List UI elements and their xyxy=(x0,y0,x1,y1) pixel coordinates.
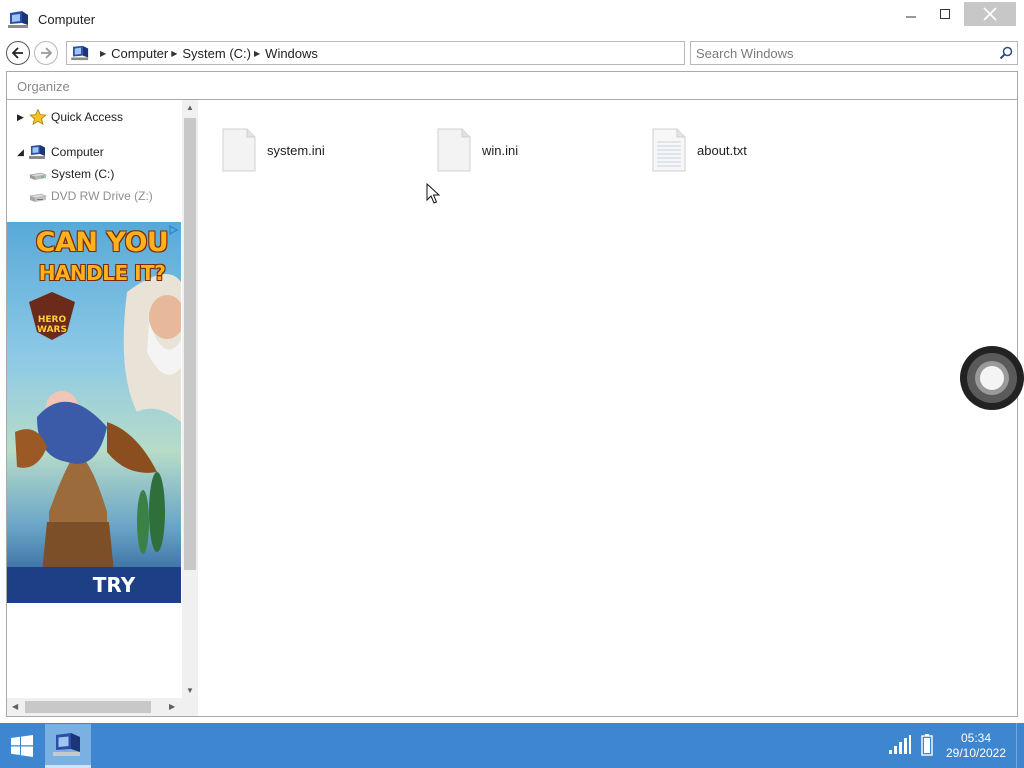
navigation-pane: ▶ Quick Access ◢ Computer System (C:) DV… xyxy=(7,100,182,698)
battery-icon[interactable] xyxy=(921,734,933,756)
circle-icon xyxy=(980,366,1004,390)
sidebar-item-dvd-drive[interactable]: DVD RW Drive (Z:) xyxy=(7,186,182,206)
scrollbar-thumb[interactable] xyxy=(184,118,196,570)
taskbar: 05:34 29/10/2022 xyxy=(0,723,1024,768)
file-name: about.txt xyxy=(697,142,747,158)
back-button[interactable] xyxy=(6,41,30,65)
ad-headline: CAN YOU HANDLE IT? xyxy=(27,228,177,288)
signal-icon[interactable] xyxy=(888,735,912,755)
file-name: win.ini xyxy=(482,142,519,158)
sidebar-item-label: Computer xyxy=(51,145,104,159)
minimize-icon xyxy=(906,16,916,18)
ad-try-button[interactable]: TRY xyxy=(7,567,181,603)
navigation-pane-horizontal-scrollbar[interactable]: ◀ ▶ xyxy=(7,698,198,716)
ini-file-icon xyxy=(437,128,471,172)
svg-text:HERO: HERO xyxy=(38,315,67,325)
file-item[interactable]: win.ini xyxy=(436,128,518,172)
arrow-right-icon xyxy=(41,47,53,59)
expand-arrow-icon[interactable]: ▶ xyxy=(17,112,29,123)
explorer-body: ▶ Quick Access ◢ Computer System (C:) DV… xyxy=(6,100,1018,717)
advertisement-banner[interactable]: HERO WARS CAN YOU HANDLE IT? TRY xyxy=(7,222,181,603)
dvd-drive-icon xyxy=(29,193,47,202)
command-bar: Organize xyxy=(6,71,1018,100)
scroll-down-icon[interactable]: ▼ xyxy=(186,686,194,695)
chevron-right-icon[interactable]: ▶ xyxy=(254,49,260,58)
computer-icon xyxy=(71,45,89,61)
scrollbar-thumb[interactable] xyxy=(25,701,151,713)
chevron-right-icon[interactable]: ▶ xyxy=(100,49,106,58)
navigation-pane-vertical-scrollbar[interactable]: ▲ ▼ xyxy=(182,100,198,698)
close-button[interactable] xyxy=(964,2,1016,26)
arrow-left-icon xyxy=(11,47,23,59)
sidebar-item-computer[interactable]: ◢ Computer xyxy=(7,142,182,162)
file-item[interactable]: system.ini xyxy=(221,128,325,172)
file-item[interactable]: about.txt xyxy=(651,128,747,172)
title-bar: Computer xyxy=(0,0,1024,38)
breadcrumb-windows[interactable]: Windows xyxy=(265,46,318,61)
forward-button[interactable] xyxy=(34,41,58,65)
navigation-bar: ▶ Computer ▶ System (C:) ▶ Windows xyxy=(0,38,1024,70)
ad-headline-line1: CAN YOU xyxy=(35,227,169,258)
organize-button[interactable]: Organize xyxy=(17,79,70,94)
address-bar[interactable]: ▶ Computer ▶ System (C:) ▶ Windows xyxy=(66,41,685,65)
minimize-button[interactable] xyxy=(896,0,926,28)
scroll-up-icon[interactable]: ▲ xyxy=(186,103,194,112)
file-list-view: system.ini win.ini about.txt xyxy=(199,100,1017,716)
window-title: Computer xyxy=(38,12,96,27)
search-input[interactable] xyxy=(691,42,991,64)
chevron-right-icon[interactable]: ▶ xyxy=(171,49,177,58)
clock-time: 05:34 xyxy=(960,731,992,745)
close-icon xyxy=(983,7,997,21)
show-desktop-button[interactable] xyxy=(1016,723,1024,768)
taskbar-clock[interactable]: 05:34 29/10/2022 xyxy=(940,731,1012,761)
sidebar-item-system-c[interactable]: System (C:) xyxy=(7,164,182,184)
breadcrumb-system-c[interactable]: System (C:) xyxy=(182,46,251,61)
windows-logo-icon xyxy=(11,734,33,757)
sidebar-item-label: System (C:) xyxy=(51,167,115,181)
mouse-cursor-icon xyxy=(426,183,440,204)
file-name: system.ini xyxy=(267,142,325,158)
computer-icon xyxy=(8,11,28,28)
start-button[interactable] xyxy=(0,723,44,768)
floating-assistant-button[interactable] xyxy=(960,346,1024,410)
sidebar-item-label: Quick Access xyxy=(51,110,124,124)
text-file-icon xyxy=(652,128,686,172)
maximize-icon xyxy=(940,9,950,19)
star-icon xyxy=(29,109,47,125)
clock-date: 29/10/2022 xyxy=(945,746,1007,760)
collapse-arrow-icon[interactable]: ◢ xyxy=(17,147,29,158)
sidebar-item-quick-access[interactable]: ▶ Quick Access xyxy=(7,107,182,127)
sidebar-item-label: DVD RW Drive (Z:) xyxy=(51,189,153,203)
svg-text:WARS: WARS xyxy=(37,325,67,335)
computer-icon xyxy=(53,732,80,756)
search-box xyxy=(690,41,1018,65)
drive-icon xyxy=(29,172,47,180)
maximize-button[interactable] xyxy=(930,0,960,28)
taskbar-file-explorer[interactable] xyxy=(45,724,91,768)
ini-file-icon xyxy=(222,128,256,172)
computer-icon xyxy=(29,145,45,159)
ad-headline-line2: HANDLE IT? xyxy=(38,261,166,285)
scroll-left-icon[interactable]: ◀ xyxy=(12,702,18,711)
scroll-right-icon[interactable]: ▶ xyxy=(169,702,175,711)
breadcrumb-computer[interactable]: Computer xyxy=(111,46,168,61)
search-icon[interactable] xyxy=(999,46,1013,60)
